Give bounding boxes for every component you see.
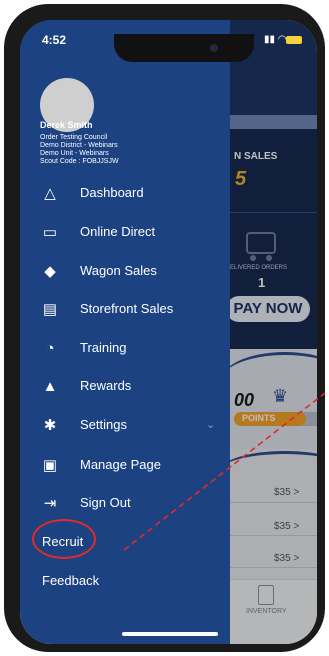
annotation-arrow	[123, 392, 326, 551]
annotation-dashed-line	[123, 392, 326, 551]
